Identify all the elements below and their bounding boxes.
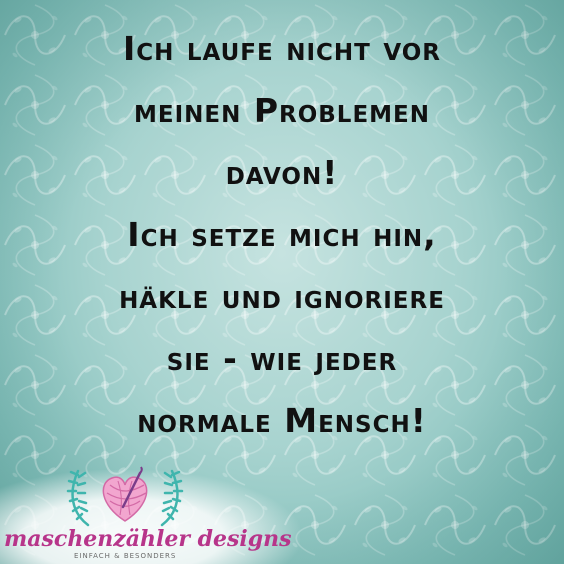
quote-line: häkle und ignoriere: [119, 277, 445, 316]
quote-line: Ich laufe nicht vor: [122, 29, 441, 68]
laurel-right-icon: [160, 469, 184, 527]
quote-line: davon!: [225, 153, 339, 192]
quote-card: Ich laufe nicht vor meinen Problemen dav…: [0, 0, 564, 564]
quote-text: Ich laufe nicht vor meinen Problemen dav…: [30, 18, 534, 452]
quote-line: Ich setze mich hin,: [127, 215, 437, 254]
yarn-heart-icon: [102, 466, 148, 522]
quote-line: normale Mensch!: [137, 401, 427, 440]
logo-tagline: EINFACH & BESONDERS: [74, 552, 177, 560]
logo-mark: [66, 466, 184, 527]
logo-brand-name: maschenzähler designs: [4, 526, 292, 552]
laurel-left-icon: [66, 469, 90, 527]
quote-line: sie - wie jeder: [166, 339, 398, 378]
quote-line: meinen Problemen: [133, 91, 431, 130]
